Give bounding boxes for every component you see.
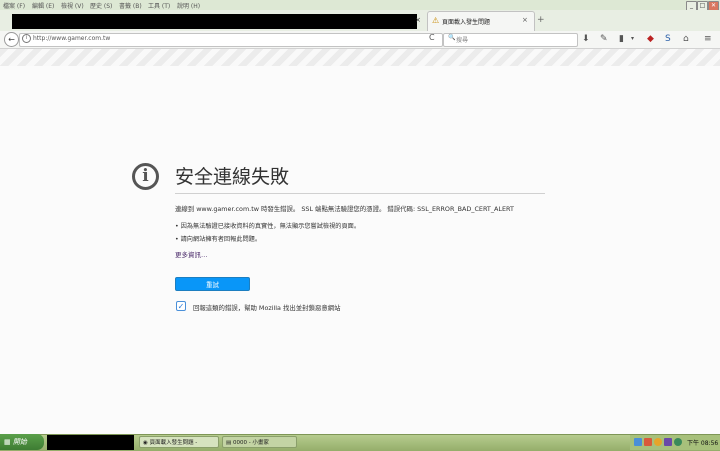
menu-history[interactable]: 歷史 (S) [90,1,112,10]
info-circle-icon: i [132,163,159,190]
shield-icon[interactable]: ◆ [647,33,654,45]
reload-icon[interactable]: C [429,33,435,42]
new-tab-button[interactable]: + [537,15,545,25]
taskbar-item-firefox[interactable]: ◉ 頁面載入發生問題 - [139,436,219,448]
redacted-tab[interactable] [12,14,417,29]
page-title: 安全連線失敗 [175,166,290,188]
bullet-text: 請向網站擁有者回報此問題。 [180,236,262,243]
url-text[interactable]: http://www.gamer.com.tw [33,35,110,42]
menu-view[interactable]: 檢視 (V) [61,1,84,10]
error-description: 連線到 www.gamer.com.tw 時發生錯誤。 SSL 端點無法驗證您的… [175,205,514,213]
bullet-item: • 因為無法驗證已接收資料的真實性，無法顯示您嘗試檢視的頁面。 [175,223,361,230]
warning-stripes [0,49,720,66]
search-input[interactable]: 搜尋 [456,35,468,44]
start-button[interactable]: ▦ 開始 [0,434,44,450]
tab-title[interactable]: 頁面載入發生問題 [442,17,490,26]
menu-bar: 檔案 (F) 編輯 (E) 檢視 (V) 歷史 (S) 書籤 (B) 工具 (T… [0,0,720,11]
network-icon[interactable] [634,438,642,446]
divider [175,193,545,194]
info-icon[interactable]: i [22,34,31,43]
report-label[interactable]: 回報這類的錯誤，幫助 Mozilla 找出並封鎖惡意網站 [193,303,341,312]
home-icon[interactable]: ⌂ [683,33,689,45]
start-label: 開始 [12,438,27,446]
close-tab-icon[interactable]: × [522,16,528,24]
menu-help[interactable]: 說明 (H) [177,1,200,10]
warning-icon: ⚠ [432,16,440,25]
download-icon[interactable]: ⬇ [582,33,590,45]
library-icon[interactable]: ▮ [619,33,624,45]
retry-button[interactable]: 重試 [175,277,250,291]
redacted-taskbar-item[interactable] [47,435,134,450]
volume-icon[interactable] [674,438,682,446]
antivirus-icon[interactable] [644,438,652,446]
menu-icon[interactable]: ≡ [704,33,712,45]
menu-bookmarks[interactable]: 書籤 (B) [119,1,142,10]
search-icon: 🔍 [448,34,456,41]
taskbar-item-paint[interactable]: ▤ 0000 - 小畫家 [222,436,297,448]
firefox-tray-icon[interactable] [654,438,662,446]
taskbar-item-label: 頁面載入發生問題 - [149,440,198,446]
more-info-link[interactable]: 更多資訊… [175,249,208,259]
taskbar-item-label: 0000 - 小畫家 [232,440,269,446]
dropdown-icon[interactable]: ▾ [631,33,634,45]
bullet-item: • 請向網站擁有者回報此問題。 [175,236,262,243]
clock[interactable]: 下午 08:56 [687,438,718,447]
back-button[interactable]: ← [4,32,19,47]
bullet-text: 因為無法驗證已接收資料的真實性，無法顯示您嘗試檢視的頁面。 [180,223,361,230]
menu-file[interactable]: 檔案 (F) [3,1,25,10]
menu-tools[interactable]: 工具 (T) [148,1,170,10]
app-tray-icon[interactable] [664,438,672,446]
bookmark-icon[interactable]: ✎ [600,33,608,45]
menu-edit[interactable]: 編輯 (E) [32,1,54,10]
sync-icon[interactable]: S [665,33,671,45]
report-checkbox[interactable]: ✓ [176,301,186,311]
tab-close-icon[interactable]: × [415,16,421,24]
